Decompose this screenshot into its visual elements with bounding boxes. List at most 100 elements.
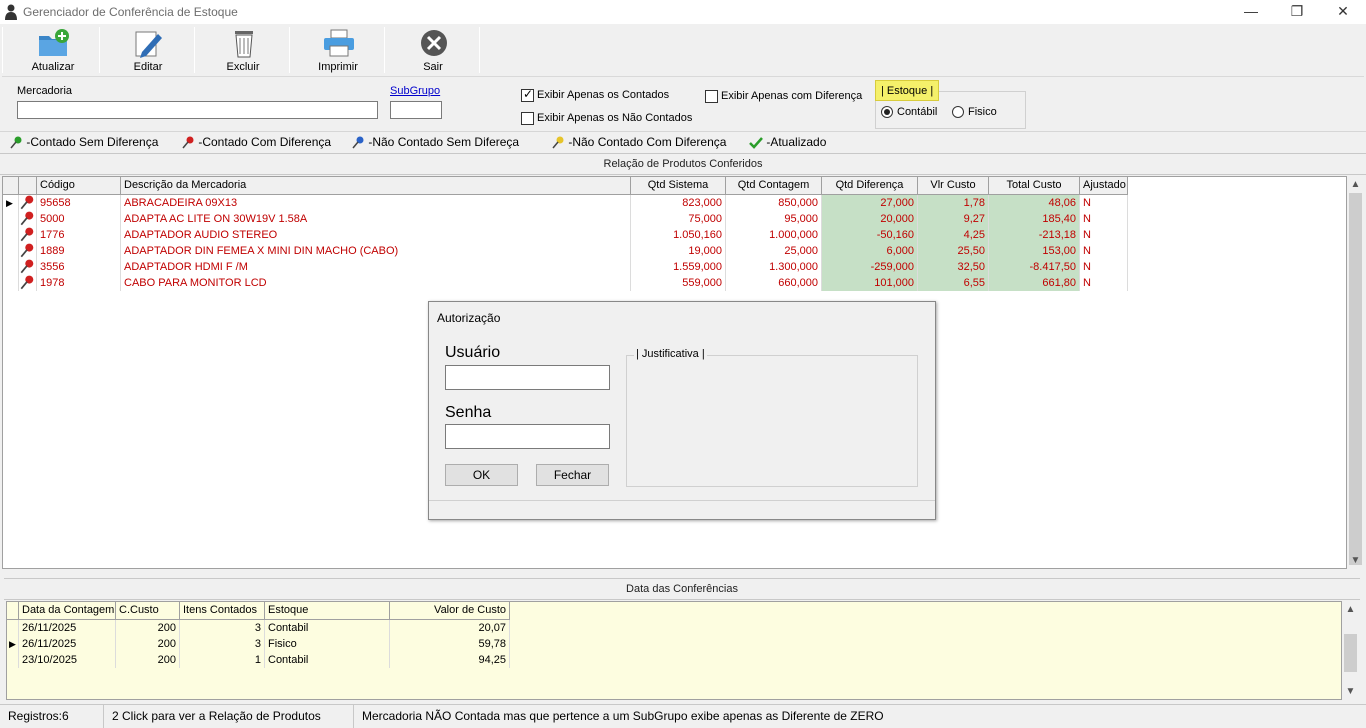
- column-header[interactable]: Vlr Custo: [918, 177, 989, 195]
- product-cell[interactable]: 1.050,160: [631, 227, 726, 243]
- product-cell[interactable]: 4,25: [918, 227, 989, 243]
- product-cell[interactable]: 25,50: [918, 243, 989, 259]
- product-cell[interactable]: 850,000: [726, 195, 822, 211]
- conferencia-cell[interactable]: 23/10/2025: [19, 652, 116, 668]
- column-header[interactable]: Valor de Custo: [390, 602, 510, 620]
- column-header[interactable]: [7, 602, 19, 620]
- product-cell[interactable]: ADAPTADOR DIN FEMEA X MINI DIN MACHO (CA…: [121, 243, 631, 259]
- scroll-thumb[interactable]: [1344, 634, 1357, 672]
- conferencias-scrollbar[interactable]: ▲ ▼: [1342, 601, 1359, 700]
- product-cell[interactable]: 101,000: [822, 275, 918, 291]
- scroll-down-icon[interactable]: ▼: [1342, 683, 1359, 700]
- product-cell[interactable]: -213,18: [989, 227, 1080, 243]
- usuario-input[interactable]: [445, 365, 610, 390]
- fisico-radio[interactable]: [952, 106, 964, 118]
- conferencia-cell[interactable]: Contabil: [265, 652, 390, 668]
- product-cell[interactable]: 3556: [37, 259, 121, 275]
- scroll-up-icon[interactable]: ▲: [1342, 601, 1359, 618]
- scroll-thumb[interactable]: [1349, 193, 1362, 565]
- conferencias-grid[interactable]: Data da Contagem C.Custo Itens Contados Est…: [6, 601, 1342, 700]
- product-cell[interactable]: ADAPTADOR AUDIO STEREO: [121, 227, 631, 243]
- products-scrollbar[interactable]: ▲ ▼: [1347, 176, 1364, 569]
- column-header[interactable]: Estoque: [265, 602, 390, 620]
- product-cell[interactable]: 48,06: [989, 195, 1080, 211]
- product-cell[interactable]: 9,27: [918, 211, 989, 227]
- contabil-radio[interactable]: [881, 106, 893, 118]
- product-cell[interactable]: -8.417,50: [989, 259, 1080, 275]
- product-cell[interactable]: N: [1080, 243, 1128, 259]
- product-cell[interactable]: 185,40: [989, 211, 1080, 227]
- product-cell[interactable]: N: [1080, 195, 1128, 211]
- minimize-button[interactable]: —: [1228, 0, 1274, 24]
- column-header[interactable]: Itens Contados: [180, 602, 265, 620]
- scroll-down-icon[interactable]: ▼: [1347, 552, 1364, 569]
- column-header[interactable]: Qtd Sistema: [631, 177, 726, 195]
- product-cell[interactable]: N: [1080, 275, 1128, 291]
- product-cell[interactable]: 95,000: [726, 211, 822, 227]
- conferencia-cell[interactable]: Contabil: [265, 620, 390, 636]
- conferencia-cell[interactable]: 26/11/2025: [19, 620, 116, 636]
- product-cell[interactable]: 1889: [37, 243, 121, 259]
- senha-input[interactable]: [445, 424, 610, 449]
- conferencia-cell[interactable]: 200: [116, 652, 180, 668]
- product-cell[interactable]: 6,55: [918, 275, 989, 291]
- subgrupo-link[interactable]: SubGrupo: [390, 85, 440, 97]
- atualizar-button[interactable]: Atualizar: [6, 25, 100, 75]
- conferencia-cell[interactable]: 3: [180, 620, 265, 636]
- product-cell[interactable]: 1.300,000: [726, 259, 822, 275]
- column-header[interactable]: Qtd Diferença: [822, 177, 918, 195]
- product-cell[interactable]: ABRACADEIRA 09X13: [121, 195, 631, 211]
- fechar-button[interactable]: Fechar: [536, 464, 609, 486]
- product-cell[interactable]: 95658: [37, 195, 121, 211]
- conferencia-cell[interactable]: 3: [180, 636, 265, 652]
- restore-button[interactable]: ❐: [1274, 0, 1320, 24]
- ok-button[interactable]: OK: [445, 464, 518, 486]
- exibir-nao-contados-checkbox[interactable]: [521, 112, 534, 125]
- product-cell[interactable]: 153,00: [989, 243, 1080, 259]
- product-cell[interactable]: 1,78: [918, 195, 989, 211]
- column-header[interactable]: Descrição da Mercadoria: [121, 177, 631, 195]
- editar-button[interactable]: Editar: [101, 25, 195, 75]
- product-cell[interactable]: 1978: [37, 275, 121, 291]
- conferencia-cell[interactable]: 59,78: [390, 636, 510, 652]
- product-cell[interactable]: ADAPTA AC LITE ON 30W19V 1.58A: [121, 211, 631, 227]
- conferencia-cell[interactable]: 26/11/2025: [19, 636, 116, 652]
- column-header[interactable]: Código: [37, 177, 121, 195]
- column-header[interactable]: [3, 177, 19, 195]
- product-cell[interactable]: 823,000: [631, 195, 726, 211]
- product-cell[interactable]: N: [1080, 211, 1128, 227]
- column-header[interactable]: C.Custo: [116, 602, 180, 620]
- justificativa-group[interactable]: [626, 355, 918, 487]
- product-cell[interactable]: 19,000: [631, 243, 726, 259]
- conferencia-cell[interactable]: 20,07: [390, 620, 510, 636]
- product-cell[interactable]: 6,000: [822, 243, 918, 259]
- exibir-diferenca-checkbox[interactable]: [705, 90, 718, 103]
- exibir-contados-checkbox[interactable]: [521, 87, 534, 102]
- product-cell[interactable]: 1776: [37, 227, 121, 243]
- product-cell[interactable]: 660,000: [726, 275, 822, 291]
- conferencia-cell[interactable]: 1: [180, 652, 265, 668]
- product-cell[interactable]: 27,000: [822, 195, 918, 211]
- product-cell[interactable]: ADAPTADOR HDMI F /M: [121, 259, 631, 275]
- sair-button[interactable]: Sair: [386, 25, 480, 75]
- column-header[interactable]: Total Custo: [989, 177, 1080, 195]
- product-cell[interactable]: CABO PARA MONITOR LCD: [121, 275, 631, 291]
- product-cell[interactable]: 32,50: [918, 259, 989, 275]
- product-cell[interactable]: 20,000: [822, 211, 918, 227]
- mercadoria-input[interactable]: [17, 101, 378, 119]
- imprimir-button[interactable]: Imprimir: [291, 25, 385, 75]
- subgrupo-input[interactable]: [390, 101, 442, 119]
- product-cell[interactable]: -50,160: [822, 227, 918, 243]
- product-cell[interactable]: N: [1080, 259, 1128, 275]
- product-cell[interactable]: 75,000: [631, 211, 726, 227]
- conferencia-cell[interactable]: Fisico: [265, 636, 390, 652]
- column-header[interactable]: Data da Contagem: [19, 602, 116, 620]
- column-header[interactable]: [19, 177, 37, 195]
- product-cell[interactable]: 559,000: [631, 275, 726, 291]
- product-cell[interactable]: 25,000: [726, 243, 822, 259]
- product-cell[interactable]: 1.559,000: [631, 259, 726, 275]
- column-header[interactable]: Ajustado: [1080, 177, 1128, 195]
- product-cell[interactable]: 5000: [37, 211, 121, 227]
- product-cell[interactable]: 1.000,000: [726, 227, 822, 243]
- conferencia-cell[interactable]: 94,25: [390, 652, 510, 668]
